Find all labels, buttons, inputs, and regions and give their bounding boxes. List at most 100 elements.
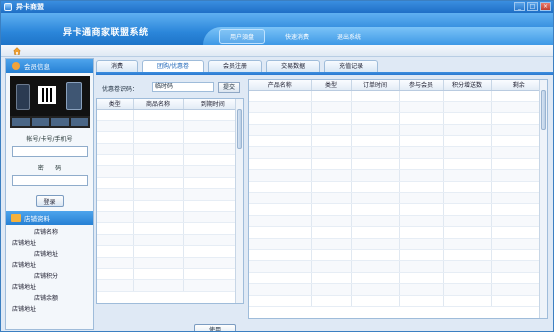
table-cell[interactable] bbox=[183, 131, 243, 144]
table-cell[interactable] bbox=[183, 200, 243, 213]
table-cell[interactable] bbox=[183, 268, 243, 281]
table-row[interactable] bbox=[97, 177, 243, 190]
table-cell[interactable] bbox=[351, 124, 400, 137]
account-input[interactable] bbox=[11, 146, 88, 157]
table-cell[interactable] bbox=[249, 238, 312, 250]
table-row[interactable] bbox=[97, 268, 243, 281]
minimize-button[interactable]: _ bbox=[514, 2, 525, 11]
table-cell[interactable] bbox=[183, 109, 243, 121]
table-cell[interactable] bbox=[97, 279, 134, 292]
col-member[interactable]: 参与会员 bbox=[399, 80, 444, 91]
table-row[interactable] bbox=[249, 215, 547, 228]
table-row[interactable] bbox=[97, 234, 243, 247]
coupon-scrollbar[interactable] bbox=[235, 99, 243, 303]
table-row[interactable] bbox=[249, 272, 547, 285]
table-cell[interactable] bbox=[399, 112, 444, 125]
table-row[interactable] bbox=[97, 211, 243, 224]
table-cell[interactable] bbox=[133, 257, 184, 269]
tab-recharge-records[interactable]: 充值记录 bbox=[324, 60, 379, 72]
table-cell[interactable] bbox=[183, 211, 243, 224]
table-row[interactable] bbox=[97, 188, 243, 201]
table-cell[interactable] bbox=[133, 188, 184, 201]
table-cell[interactable] bbox=[249, 181, 312, 194]
table-cell[interactable] bbox=[351, 181, 400, 194]
col-order-time[interactable]: 订单时间 bbox=[351, 80, 400, 91]
table-cell[interactable] bbox=[311, 215, 352, 228]
table-cell[interactable] bbox=[399, 249, 444, 262]
table-cell[interactable] bbox=[443, 101, 492, 114]
table-cell[interactable] bbox=[97, 109, 134, 121]
table-row[interactable] bbox=[97, 245, 243, 258]
table-row[interactable] bbox=[97, 165, 243, 178]
table-cell[interactable] bbox=[133, 177, 184, 190]
table-cell[interactable] bbox=[443, 226, 492, 239]
table-cell[interactable] bbox=[133, 154, 184, 167]
table-row[interactable] bbox=[249, 124, 547, 137]
table-cell[interactable] bbox=[97, 177, 134, 190]
table-cell[interactable] bbox=[249, 135, 312, 148]
scrollbar-thumb[interactable] bbox=[541, 90, 546, 130]
table-cell[interactable] bbox=[311, 203, 352, 216]
table-cell[interactable] bbox=[399, 203, 444, 216]
table-row[interactable] bbox=[249, 169, 547, 182]
table-cell[interactable] bbox=[351, 238, 400, 250]
nav-exit-system[interactable]: 退出系统 bbox=[323, 30, 375, 43]
nav-quick-consume[interactable]: 快速消费 bbox=[271, 30, 323, 43]
table-cell[interactable] bbox=[249, 146, 312, 159]
table-cell[interactable] bbox=[133, 222, 184, 235]
table-cell[interactable] bbox=[249, 112, 312, 125]
table-cell[interactable] bbox=[311, 238, 352, 250]
table-cell[interactable] bbox=[443, 249, 492, 262]
col-expiry[interactable]: 到期时间 bbox=[183, 99, 243, 110]
table-cell[interactable] bbox=[399, 283, 444, 296]
table-cell[interactable] bbox=[249, 192, 312, 205]
table-cell[interactable] bbox=[97, 257, 134, 269]
tab-member-register[interactable]: 会员注册 bbox=[208, 60, 263, 72]
maximize-button[interactable]: □ bbox=[527, 2, 538, 11]
table-row[interactable] bbox=[249, 146, 547, 159]
table-cell[interactable] bbox=[399, 146, 444, 159]
table-row[interactable] bbox=[97, 257, 243, 269]
tab-groupbuy-coupon[interactable]: 团购/优惠卷 bbox=[142, 60, 205, 72]
table-cell[interactable] bbox=[97, 131, 134, 144]
table-cell[interactable] bbox=[311, 249, 352, 262]
table-cell[interactable] bbox=[351, 112, 400, 125]
table-cell[interactable] bbox=[351, 158, 400, 171]
table-cell[interactable] bbox=[399, 124, 444, 137]
table-cell[interactable] bbox=[249, 260, 312, 273]
table-row[interactable] bbox=[97, 120, 243, 133]
table-row[interactable] bbox=[249, 90, 547, 102]
table-cell[interactable] bbox=[133, 109, 184, 121]
table-cell[interactable] bbox=[249, 101, 312, 114]
table-cell[interactable] bbox=[399, 135, 444, 148]
table-cell[interactable] bbox=[351, 295, 400, 307]
table-cell[interactable] bbox=[183, 188, 243, 201]
table-cell[interactable] bbox=[311, 272, 352, 285]
table-cell[interactable] bbox=[351, 192, 400, 205]
table-cell[interactable] bbox=[97, 188, 134, 201]
table-cell[interactable] bbox=[311, 146, 352, 159]
table-cell[interactable] bbox=[351, 90, 400, 102]
table-cell[interactable] bbox=[97, 211, 134, 224]
table-cell[interactable] bbox=[443, 295, 492, 307]
table-cell[interactable] bbox=[351, 226, 400, 239]
table-cell[interactable] bbox=[97, 120, 134, 133]
table-cell[interactable] bbox=[133, 200, 184, 213]
table-cell[interactable] bbox=[133, 143, 184, 156]
table-cell[interactable] bbox=[399, 226, 444, 239]
table-cell[interactable] bbox=[399, 272, 444, 285]
table-cell[interactable] bbox=[249, 272, 312, 285]
col-product-name[interactable]: 产品名称 bbox=[249, 80, 312, 91]
table-cell[interactable] bbox=[399, 192, 444, 205]
close-button[interactable]: × bbox=[540, 2, 551, 11]
table-cell[interactable] bbox=[311, 124, 352, 137]
table-cell[interactable] bbox=[249, 249, 312, 262]
table-cell[interactable] bbox=[97, 245, 134, 258]
table-cell[interactable] bbox=[97, 154, 134, 167]
table-cell[interactable] bbox=[443, 124, 492, 137]
table-cell[interactable] bbox=[311, 283, 352, 296]
tab-consume[interactable]: 消费 bbox=[96, 60, 139, 72]
table-cell[interactable] bbox=[443, 283, 492, 296]
table-row[interactable] bbox=[97, 279, 243, 292]
table-row[interactable] bbox=[249, 238, 547, 250]
